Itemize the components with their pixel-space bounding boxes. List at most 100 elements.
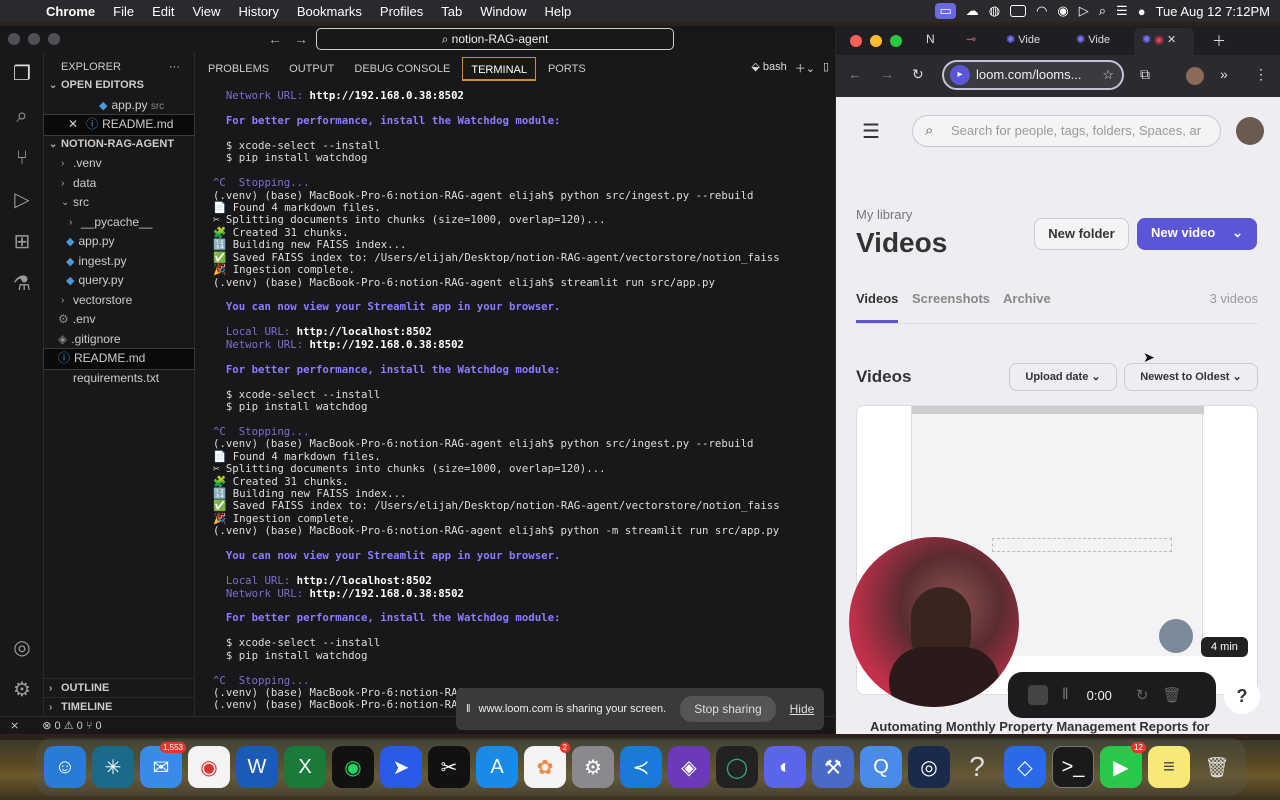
terminal-url[interactable]: http://192.168.0.38:8502 xyxy=(310,587,464,600)
capcut-icon[interactable]: ✂ xyxy=(428,746,470,788)
notes-icon[interactable]: ≡ xyxy=(1148,746,1190,788)
tab-output[interactable]: OUTPUT xyxy=(281,57,342,81)
tree-item-ingest-py[interactable]: ◆ ingest.py xyxy=(44,252,194,272)
steam-icon[interactable]: ◎ xyxy=(908,746,950,788)
spotify-icon[interactable]: ◉ xyxy=(332,746,374,788)
help-button[interactable]: ? xyxy=(1224,678,1260,714)
menu-edit[interactable]: Edit xyxy=(143,4,183,19)
sort-order-dropdown[interactable]: Newest to Oldest ⌄ xyxy=(1124,363,1258,391)
tab-archive[interactable]: Archive xyxy=(1003,291,1051,306)
siri-icon[interactable]: ● xyxy=(1138,4,1146,19)
stop-sharing-button[interactable]: Stop sharing xyxy=(680,696,776,722)
back-icon[interactable]: ← xyxy=(848,66,862,82)
play-icon[interactable]: ▷ xyxy=(1079,3,1089,19)
remote-icon[interactable]: ⨯ xyxy=(0,720,19,732)
video-title[interactable]: Automating Monthly Property Management R… xyxy=(870,719,1209,734)
app-store-icon[interactable]: A xyxy=(476,746,518,788)
hide-banner-link[interactable]: Hide xyxy=(790,702,815,716)
menubar-clock[interactable]: Tue Aug 12 7:12PM xyxy=(1156,4,1270,19)
mail-icon[interactable]: ✉ 1,553 xyxy=(140,742,186,788)
tree-item-readme[interactable]: ⓘ README.md xyxy=(43,348,195,370)
wifi-icon[interactable]: ◠ xyxy=(1036,3,1047,19)
source-control-icon[interactable]: ⑂ xyxy=(10,146,34,170)
tab-active-recording[interactable]: ✺ ◉ ✕ xyxy=(1134,28,1194,55)
github-desktop-icon[interactable]: ◈ xyxy=(668,746,710,788)
tree-item-query-py[interactable]: ◆ query.py xyxy=(44,271,194,291)
chrome-icon[interactable]: ◉ xyxy=(188,746,230,788)
xcode-icon[interactable]: ⚒ xyxy=(812,746,854,788)
terminal-icon[interactable]: >_ xyxy=(1052,746,1094,788)
zoom-window-button[interactable] xyxy=(890,35,902,47)
menu-help[interactable]: Help xyxy=(536,4,581,19)
profile-avatar[interactable] xyxy=(1186,67,1204,85)
tab-debug-console[interactable]: DEBUG CONSOLE xyxy=(346,57,458,81)
forward-icon[interactable]: → xyxy=(880,66,894,82)
control-center-icon[interactable]: ☰ xyxy=(1116,3,1128,19)
trash-icon[interactable]: 🗑 xyxy=(1196,746,1238,788)
search-icon[interactable]: ⌕ xyxy=(10,104,34,128)
direct-icon[interactable]: ➤ xyxy=(380,746,422,788)
tree-item-venv[interactable]: › .venv xyxy=(44,154,194,174)
restart-icon[interactable]: ↻ xyxy=(1136,686,1149,704)
tree-item-pycache[interactable]: › __pycache__ xyxy=(44,213,194,233)
tab-loom-videos-2[interactable]: ✺ Vide xyxy=(1076,33,1110,46)
tree-item-vectorstore[interactable]: › vectorstore xyxy=(44,291,194,311)
more-tabs-icon[interactable]: » xyxy=(1220,66,1228,82)
extensions-icon[interactable]: ⧉ xyxy=(1140,66,1150,83)
perplexity-icon[interactable]: ✳ xyxy=(92,746,134,788)
tree-item-app-py[interactable]: ◆ app.py xyxy=(44,232,194,252)
address-bar[interactable]: ▸ loom.com/looms... ☆ xyxy=(942,60,1124,90)
photos-icon[interactable]: ✿ 2 xyxy=(524,742,570,788)
excel-icon[interactable]: X xyxy=(284,746,326,788)
explorer-icon[interactable]: ❐ xyxy=(10,62,34,86)
toggle-panel-icon[interactable]: ▯ xyxy=(823,60,829,76)
help-app-icon[interactable]: ? xyxy=(956,746,998,788)
menu-history[interactable]: History xyxy=(229,4,287,19)
tree-item-requirements[interactable]: requirements.txt xyxy=(44,369,194,389)
outline-section[interactable]: › OUTLINE xyxy=(44,678,194,698)
terminal-url[interactable]: http://localhost:8502 xyxy=(297,574,432,587)
menu-view[interactable]: View xyxy=(183,4,229,19)
terminal-url[interactable]: http://192.168.0.38:8502 xyxy=(310,89,464,102)
tree-item-data[interactable]: › data xyxy=(44,174,194,194)
tab-ports[interactable]: PORTS xyxy=(540,57,594,81)
facetime-icon[interactable]: ▶ 12 xyxy=(1100,742,1146,788)
close-icon[interactable]: ✕ xyxy=(1167,34,1176,46)
tab-videos[interactable]: Videos xyxy=(856,291,898,306)
close-icon[interactable]: ✕ xyxy=(68,117,78,131)
tree-item-env[interactable]: ⚙ .env xyxy=(44,310,194,330)
spotlight-search-icon[interactable]: ⌕ xyxy=(1099,3,1106,19)
tab-problems[interactable]: PROBLEMS xyxy=(200,57,277,81)
tab-loom-videos-1[interactable]: ✺ Vide xyxy=(1006,33,1040,46)
pause-icon[interactable]: ‖ xyxy=(1062,686,1069,704)
menu-tab[interactable]: Tab xyxy=(432,4,471,19)
open-editor-app-py[interactable]: ◆ app.py src xyxy=(44,96,194,116)
run-debug-icon[interactable]: ▷ xyxy=(10,188,34,212)
tree-item-gitignore[interactable]: ◈ .gitignore xyxy=(44,330,194,350)
tab-terminal[interactable]: TERMINAL xyxy=(462,57,536,81)
terminal-output[interactable]: Network URL: http://192.168.0.38:8502 Fo… xyxy=(213,89,833,712)
command-center-search[interactable]: ⌕ notion-RAG-agent xyxy=(316,28,674,50)
menu-window[interactable]: Window xyxy=(471,4,535,19)
problems-status[interactable]: ⊗ 0 ⚠ 0 ⑂ 0 xyxy=(22,720,101,732)
close-window-button[interactable] xyxy=(8,33,20,45)
user-icon[interactable]: ◉ xyxy=(1057,3,1068,19)
menu-app-name[interactable]: Chrome xyxy=(44,4,104,19)
account-icon[interactable]: ◎ xyxy=(10,636,34,660)
menu-bookmarks[interactable]: Bookmarks xyxy=(288,4,371,19)
sort-upload-date-dropdown[interactable]: Upload date ⌄ xyxy=(1009,363,1117,391)
site-info-icon[interactable]: ▸ xyxy=(950,65,970,85)
project-section[interactable]: ⌄ NOTION-RAG-AGENT xyxy=(44,135,194,155)
finder-icon[interactable]: ☺ xyxy=(44,746,86,788)
terminal-url[interactable]: http://localhost:8502 xyxy=(297,325,432,338)
minimize-window-button[interactable] xyxy=(28,33,40,45)
open-editors-section[interactable]: ⌄ OPEN EDITORS xyxy=(44,76,194,96)
reload-icon[interactable]: ↻ xyxy=(912,66,924,83)
hamburger-menu-icon[interactable]: ☰ xyxy=(862,119,880,144)
vpn-icon[interactable]: ◍ xyxy=(989,3,1000,19)
tab-screenshots[interactable]: Screenshots xyxy=(912,291,990,306)
terminal-shell-picker[interactable]: ⬙ bash xyxy=(751,60,786,76)
terminal-url[interactable]: http://192.168.0.38:8502 xyxy=(310,338,464,351)
activity-ring-icon[interactable]: ◯ xyxy=(716,746,758,788)
quicktime-icon[interactable]: Q xyxy=(860,746,902,788)
